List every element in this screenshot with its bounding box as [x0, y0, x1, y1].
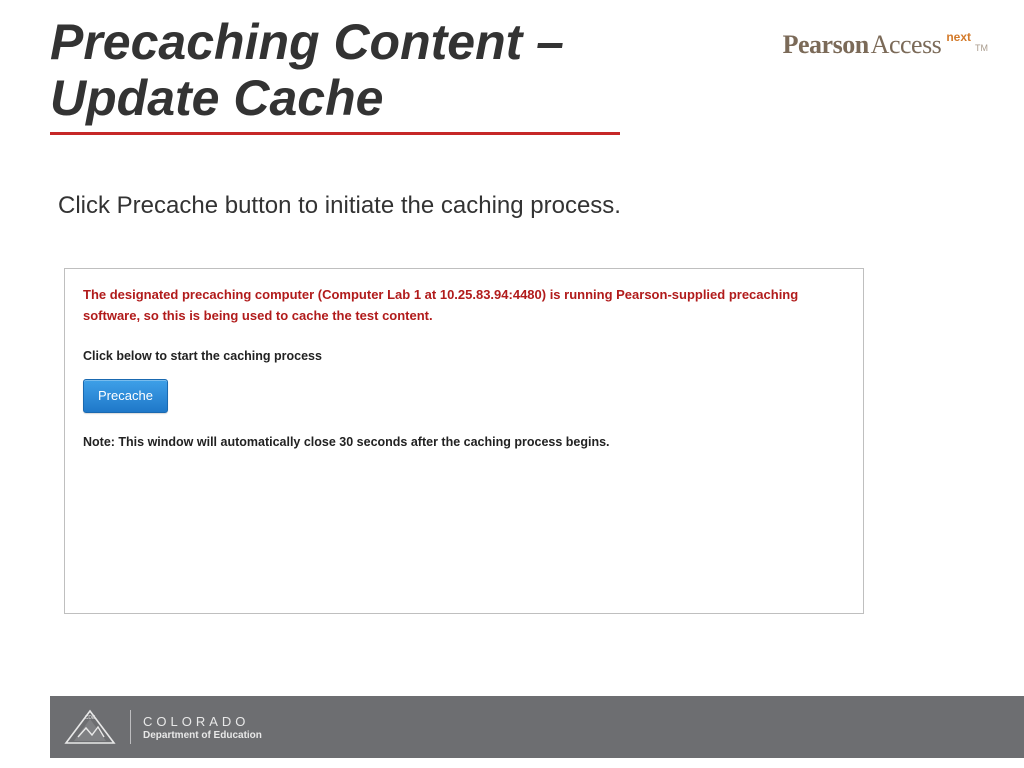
footer-dept: Department of Education [143, 730, 262, 741]
slide-title: Precaching Content – Update Cache [50, 14, 620, 135]
brand-part2: Access [871, 30, 942, 60]
footer-bar: CDE COLORADO Department of Education [50, 696, 1024, 758]
precache-button[interactable]: Precache [83, 379, 168, 413]
brand-logo: Pearson Access next TM [783, 30, 988, 60]
instruction-text: Click Precache button to initiate the ca… [58, 192, 621, 220]
note-text: Note: This window will automatically clo… [83, 435, 845, 449]
footer-org: COLORADO Department of Education [143, 714, 262, 741]
screenshot-panel: The designated precaching computer (Comp… [64, 268, 864, 614]
brand-part1: Pearson [783, 30, 869, 60]
warning-text: The designated precaching computer (Comp… [83, 285, 845, 327]
subheading-text: Click below to start the caching process [83, 349, 845, 363]
cde-badge-text: CDE [85, 715, 96, 721]
brand-superscript: next [946, 30, 971, 44]
footer-divider [130, 710, 131, 744]
slide: Precaching Content – Update Cache Pearso… [0, 0, 1024, 768]
footer-state: COLORADO [143, 714, 262, 729]
cde-logo-icon: CDE [64, 708, 116, 746]
brand-trademark: TM [975, 43, 988, 53]
